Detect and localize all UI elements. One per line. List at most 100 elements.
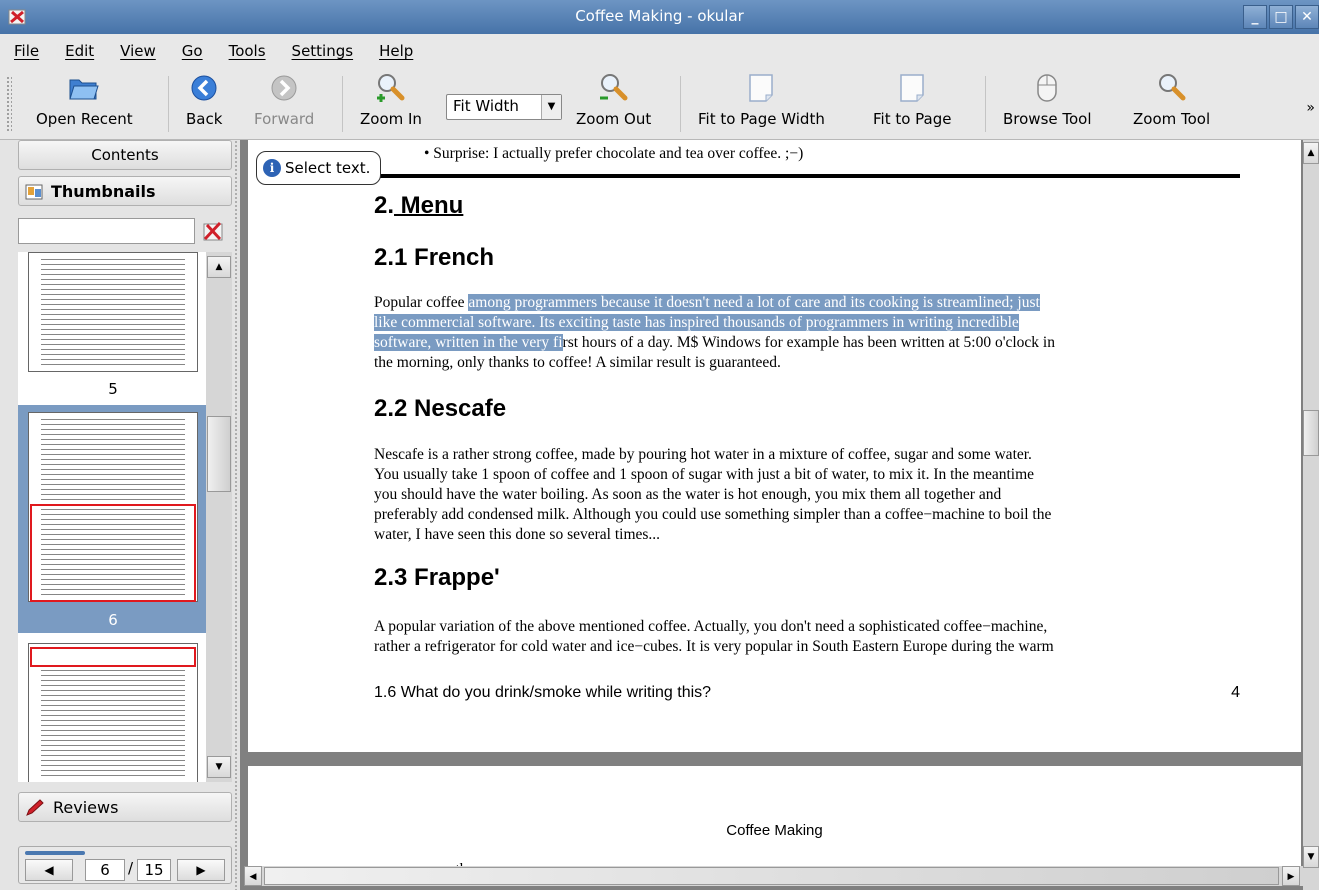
info-icon: i: [263, 159, 281, 177]
scroll-right-icon[interactable]: ▶: [1282, 866, 1300, 886]
header-rule: [374, 174, 1240, 178]
thumbnail-page-7[interactable]: [18, 633, 208, 782]
paragraph-french[interactable]: Popular coffee among programmers because…: [374, 293, 1240, 373]
pen-icon: [26, 799, 44, 816]
open-recent-button[interactable]: Open Recent: [36, 72, 133, 134]
fit-to-page-button[interactable]: Fit to Page: [873, 72, 952, 134]
window-title: Coffee Making - okular: [575, 7, 744, 25]
scroll-up-icon[interactable]: ▲: [1303, 142, 1319, 164]
previous-page-button[interactable]: ◀: [25, 859, 73, 881]
bullet-item: • Surprise: I actually prefer chocolate …: [424, 145, 804, 162]
chevron-down-icon[interactable]: ▼: [541, 95, 561, 119]
menu-edit[interactable]: Edit: [65, 42, 94, 60]
contents-label: Contents: [91, 146, 159, 164]
thumbnail-page-6[interactable]: 6: [18, 405, 208, 633]
document-page-next[interactable]: Coffee Making summer months.: [248, 766, 1301, 876]
menu-help[interactable]: Help: [379, 42, 413, 60]
browse-tool-button[interactable]: Browse Tool: [1003, 72, 1092, 134]
scroll-thumb[interactable]: [1303, 410, 1319, 456]
section-heading-nescafe: 2.2 Nescafe: [374, 395, 507, 422]
maximize-button[interactable]: □: [1269, 5, 1293, 29]
toolbar-separator: [342, 76, 343, 132]
scroll-down-icon[interactable]: ▼: [1303, 846, 1319, 868]
zoom-in-button[interactable]: Zoom In: [360, 72, 422, 134]
footer-page-number: 4: [1231, 684, 1240, 701]
paragraph-frappe[interactable]: A popular variation of the above mention…: [374, 617, 1240, 657]
forward-button[interactable]: Forward: [254, 72, 314, 134]
page-fit-width-icon: [749, 74, 774, 102]
section-heading-menu: 2. Menu: [374, 192, 463, 220]
page-navigator: ◀ 6 / 15 ▶: [18, 846, 232, 884]
tooltip-text: Select text.: [285, 159, 371, 177]
text-run: rst hours of a day. M$ Windows for examp…: [562, 334, 1055, 351]
clear-filter-icon[interactable]: [200, 218, 226, 244]
sidebar-item-thumbnails[interactable]: Thumbnails: [18, 176, 232, 206]
toolbar-separator: [168, 76, 169, 132]
sidebar-item-reviews[interactable]: Reviews: [18, 792, 232, 822]
thumbnail-filter-input[interactable]: [18, 218, 195, 244]
menu-settings[interactable]: Settings: [292, 42, 354, 60]
close-button[interactable]: ✕: [1295, 5, 1319, 29]
fit-to-page-width-label: Fit to Page Width: [698, 110, 825, 128]
text-line: Nescafe is a rather strong coffee, made …: [374, 446, 1032, 463]
scroll-left-icon[interactable]: ◀: [244, 866, 262, 886]
next-page-button[interactable]: ▶: [177, 859, 225, 881]
thumbnail-list[interactable]: 5 6: [18, 252, 208, 782]
open-recent-label: Open Recent: [36, 110, 133, 128]
thumbnail-image: [28, 252, 198, 372]
toolbar-separator: [680, 76, 681, 132]
scroll-thumb[interactable]: [207, 416, 231, 492]
zoom-tool-button[interactable]: Zoom Tool: [1133, 72, 1210, 134]
text-line: water, I have seen this done so several …: [374, 526, 661, 543]
zoom-level-select[interactable]: Fit Width ▼: [446, 94, 562, 120]
page-progress: [25, 851, 85, 855]
selected-text: software, written in the very fi: [374, 334, 563, 351]
menu-view[interactable]: View: [120, 42, 156, 60]
thumbnail-number: 6: [108, 611, 118, 629]
selected-text: like commercial software. Its exciting t…: [374, 314, 1019, 331]
document-vertical-scrollbar[interactable]: ▲ ▼: [1303, 140, 1319, 890]
minimize-button[interactable]: _: [1243, 5, 1267, 29]
back-button[interactable]: Back: [186, 72, 222, 134]
section-title-link[interactable]: Menu: [394, 192, 464, 219]
arrow-left-icon: [191, 75, 217, 101]
scroll-thumb[interactable]: [264, 867, 1279, 885]
fit-to-page-width-button[interactable]: Fit to Page Width: [698, 72, 825, 134]
page-fit-icon: [900, 74, 924, 102]
total-pages: 15: [137, 859, 171, 881]
triangle-right-icon: ▶: [196, 863, 206, 877]
section-heading-french: 2.1 French: [374, 244, 495, 271]
visible-area-indicator-next: [30, 647, 196, 667]
document-page[interactable]: • Surprise: I actually prefer chocolate …: [248, 140, 1301, 752]
visible-area-indicator[interactable]: [30, 504, 196, 602]
document-view[interactable]: • Surprise: I actually prefer chocolate …: [240, 140, 1319, 890]
thumbnail-page-5[interactable]: 5: [18, 252, 208, 402]
text-run: the morning, only thanks to coffee! A si…: [374, 354, 781, 371]
zoom-level-value: Fit Width: [453, 97, 519, 115]
tooltip: i Select text.: [256, 151, 382, 185]
zoom-tool-label: Zoom Tool: [1133, 110, 1211, 128]
title-bar[interactable]: Coffee Making - okular _ □ ✕: [0, 0, 1319, 34]
folder-open-icon: [69, 79, 100, 100]
sidebar-item-contents[interactable]: Contents: [18, 140, 232, 170]
scroll-down-icon[interactable]: ▼: [207, 756, 231, 778]
section-heading-frappe: 2.3 Frappe': [374, 564, 500, 591]
forward-label: Forward: [254, 110, 315, 128]
toolbar-grip[interactable]: [6, 76, 12, 132]
menu-tools[interactable]: Tools: [229, 42, 266, 60]
page-footer: 1.6 What do you drink/smoke while writin…: [374, 684, 1240, 702]
menu-go[interactable]: Go: [182, 42, 203, 60]
scroll-up-icon[interactable]: ▲: [207, 256, 231, 278]
zoom-out-button[interactable]: Zoom Out: [576, 72, 651, 134]
page-separator: /: [128, 859, 134, 877]
arrow-right-icon: [271, 75, 297, 101]
text-line: preferably add condensed milk. Although …: [374, 506, 1052, 523]
sidebar-splitter[interactable]: [232, 140, 240, 890]
menu-file[interactable]: File: [14, 42, 39, 60]
section-number: 2.: [374, 192, 395, 219]
paragraph-nescafe[interactable]: Nescafe is a rather strong coffee, made …: [374, 445, 1240, 545]
current-page-input[interactable]: 6: [85, 859, 125, 881]
thumbnail-scrollbar[interactable]: ▲ ▼: [206, 252, 232, 782]
document-horizontal-scrollbar[interactable]: ◀ ▶: [244, 866, 1303, 886]
toolbar-overflow-button[interactable]: »: [1306, 100, 1315, 116]
